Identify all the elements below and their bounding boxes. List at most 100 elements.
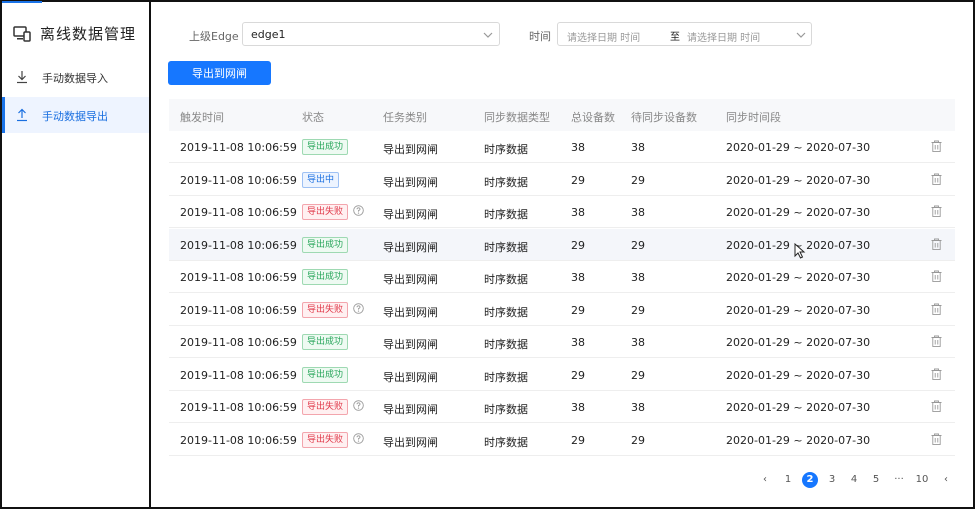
end-datetime-input[interactable]: 请选择日期 时间 bbox=[687, 29, 760, 44]
export-to-gateway-button[interactable]: 导出到网闸 bbox=[168, 61, 271, 85]
pagination-prev-button[interactable]: ‹ bbox=[757, 472, 773, 488]
pagination-next-button[interactable]: ‹ bbox=[938, 472, 954, 488]
brand-accent-line bbox=[2, 1, 42, 3]
help-icon[interactable] bbox=[353, 432, 364, 444]
pending-devices: 29 bbox=[631, 173, 645, 187]
sync-data-type: 时序数据 bbox=[484, 273, 528, 286]
pagination-page-5[interactable]: 5 bbox=[868, 472, 884, 488]
table-row: 2019-11-08 10:06:59 导出成功 导出到网闸 时序数据 38 38 2020… bbox=[169, 326, 955, 358]
help-icon[interactable] bbox=[353, 302, 364, 314]
total-devices: 38 bbox=[571, 206, 585, 219]
sync-period: 2020-01-29 ~ 2020-07-30 bbox=[726, 141, 871, 154]
active-indicator bbox=[2, 97, 5, 133]
upload-icon bbox=[17, 108, 27, 122]
task-category: 导出到网闸 bbox=[383, 175, 438, 189]
pagination-page-4[interactable]: 4 bbox=[846, 472, 862, 488]
status-badge: 导出中 bbox=[302, 171, 340, 188]
table-row: 2019-11-08 10:06:59 导出成功 导出到网闸 时序数据 38 38 2020… bbox=[169, 261, 955, 293]
sync-period: 2020-01-29 ~ 2020-07-30 bbox=[726, 368, 871, 382]
trash-icon[interactable] bbox=[931, 140, 942, 152]
trigger-time: 2019-11-08 10:06:59 bbox=[180, 303, 297, 317]
task-category: 导出到网闸 bbox=[383, 240, 438, 254]
table-header: 触发时间 状态 任务类别 同步数据类型 总设备数 待同步设备数 同步时间段 bbox=[169, 99, 955, 131]
trash-icon[interactable] bbox=[931, 303, 942, 315]
sync-data-type: 时序数据 bbox=[484, 305, 528, 319]
chevron-down-icon bbox=[796, 32, 806, 38]
column-header: 触发时间 bbox=[180, 111, 224, 124]
pending-devices: 29 bbox=[631, 238, 645, 252]
pending-devices: 38 bbox=[631, 401, 645, 414]
status-badge: 导出成功 bbox=[302, 334, 349, 350]
devices-icon bbox=[13, 26, 31, 42]
trash-icon[interactable] bbox=[931, 270, 942, 282]
status-badge: 导出成功 bbox=[302, 269, 349, 285]
sidebar-title: 离线数据管理 bbox=[40, 25, 137, 43]
pending-devices: 29 bbox=[631, 303, 645, 317]
sync-data-type: 时序数据 bbox=[484, 208, 528, 221]
start-datetime-input[interactable]: 请选择日期 时间 bbox=[567, 29, 640, 44]
trigger-time: 2019-11-08 10:06:59 bbox=[180, 271, 297, 284]
trigger-time: 2019-11-08 10:06:59 bbox=[180, 433, 297, 447]
time-filter-label: 时间 bbox=[529, 30, 551, 43]
column-header: 待同步设备数 bbox=[631, 111, 697, 124]
column-header: 状态 bbox=[302, 111, 324, 124]
trash-icon[interactable] bbox=[931, 368, 942, 380]
trigger-time: 2019-11-08 10:06:59 bbox=[180, 336, 297, 349]
sidebar-item-export[interactable]: 手动数据导出 bbox=[2, 97, 149, 133]
help-icon[interactable] bbox=[353, 400, 364, 411]
status-badge: 导出失败 bbox=[302, 431, 349, 448]
task-category: 导出到网闸 bbox=[383, 403, 438, 416]
total-devices: 38 bbox=[571, 336, 585, 349]
total-devices: 38 bbox=[571, 401, 585, 414]
sync-period: 2020-01-29 ~ 2020-07-30 bbox=[726, 336, 871, 349]
table-row: 2019-11-08 10:06:59 导出失败 导出到网闸 时序数据 38 38 2020… bbox=[169, 196, 955, 228]
sync-period: 2020-01-29 ~ 2020-07-30 bbox=[726, 206, 871, 219]
total-devices: 29 bbox=[571, 238, 585, 252]
date-range-picker[interactable]: 请选择日期 时间 至 请选择日期 时间 bbox=[557, 22, 812, 46]
sync-period: 2020-01-29 ~ 2020-07-30 bbox=[726, 401, 871, 414]
help-icon[interactable] bbox=[353, 205, 364, 216]
mouse-cursor-icon bbox=[794, 243, 806, 259]
total-devices: 29 bbox=[571, 368, 585, 382]
column-header: 同步时间段 bbox=[726, 111, 781, 124]
trash-icon[interactable] bbox=[931, 238, 942, 250]
sync-period: 2020-01-29 ~ 2020-07-30 bbox=[726, 433, 871, 447]
table-row: 2019-11-08 10:06:59 导出失败 导出到网闸 时序数据 29 29 2020… bbox=[169, 294, 955, 326]
sidebar-item-label: 手动数据导出 bbox=[42, 110, 108, 123]
sidebar-item-import[interactable]: 手动数据导入 bbox=[2, 59, 149, 95]
pagination-page-1[interactable]: 1 bbox=[780, 472, 796, 488]
trash-icon[interactable] bbox=[931, 173, 942, 185]
edge-select[interactable]: edge1 bbox=[242, 22, 500, 46]
status-badge: 导出成功 bbox=[302, 366, 349, 383]
trash-icon[interactable] bbox=[931, 400, 942, 412]
pagination-page-2[interactable]: 2 bbox=[802, 472, 818, 488]
pagination-page-last[interactable]: 10 bbox=[914, 472, 930, 488]
column-header: 任务类别 bbox=[383, 111, 427, 124]
column-header: 同步数据类型 bbox=[484, 111, 550, 124]
task-category: 导出到网闸 bbox=[383, 435, 438, 449]
table-row: 2019-11-08 10:06:59 导出成功 导出到网闸 时序数据 29 29 2020… bbox=[169, 228, 955, 261]
task-category: 导出到网闸 bbox=[383, 208, 438, 221]
trigger-time: 2019-11-08 10:06:59 bbox=[180, 238, 297, 252]
pending-devices: 38 bbox=[631, 206, 645, 219]
pagination-page-3[interactable]: 3 bbox=[824, 472, 840, 488]
table-row: 2019-11-08 10:06:59 导出失败 导出到网闸 时序数据 29 29 2020… bbox=[169, 424, 955, 456]
sync-data-type: 时序数据 bbox=[484, 403, 528, 416]
sync-period: 2020-01-29 ~ 2020-07-30 bbox=[726, 173, 871, 187]
download-icon bbox=[17, 71, 27, 84]
status-badge: 导出失败 bbox=[302, 301, 349, 318]
pagination-ellipsis[interactable]: ··· bbox=[891, 472, 907, 488]
sync-data-type: 时序数据 bbox=[484, 370, 528, 384]
total-devices: 29 bbox=[571, 173, 585, 187]
app-window: 离线数据管理 手动数据导入 手动数据导出 上级Edge edge1 时间 请选择… bbox=[0, 0, 975, 509]
trash-icon[interactable] bbox=[931, 433, 942, 445]
table-row: 2019-11-08 10:06:59 导出成功 导出到网闸 时序数据 38 38 2020… bbox=[169, 131, 955, 163]
sync-data-type: 时序数据 bbox=[484, 240, 528, 254]
pending-devices: 29 bbox=[631, 433, 645, 447]
trash-icon[interactable] bbox=[931, 335, 942, 347]
trigger-time: 2019-11-08 10:06:59 bbox=[180, 141, 297, 154]
trash-icon[interactable] bbox=[931, 205, 942, 217]
sidebar-item-label: 手动数据导入 bbox=[42, 72, 108, 85]
table-row: 2019-11-08 10:06:59 导出失败 导出到网闸 时序数据 38 38 2020… bbox=[169, 391, 955, 423]
pending-devices: 38 bbox=[631, 271, 645, 284]
